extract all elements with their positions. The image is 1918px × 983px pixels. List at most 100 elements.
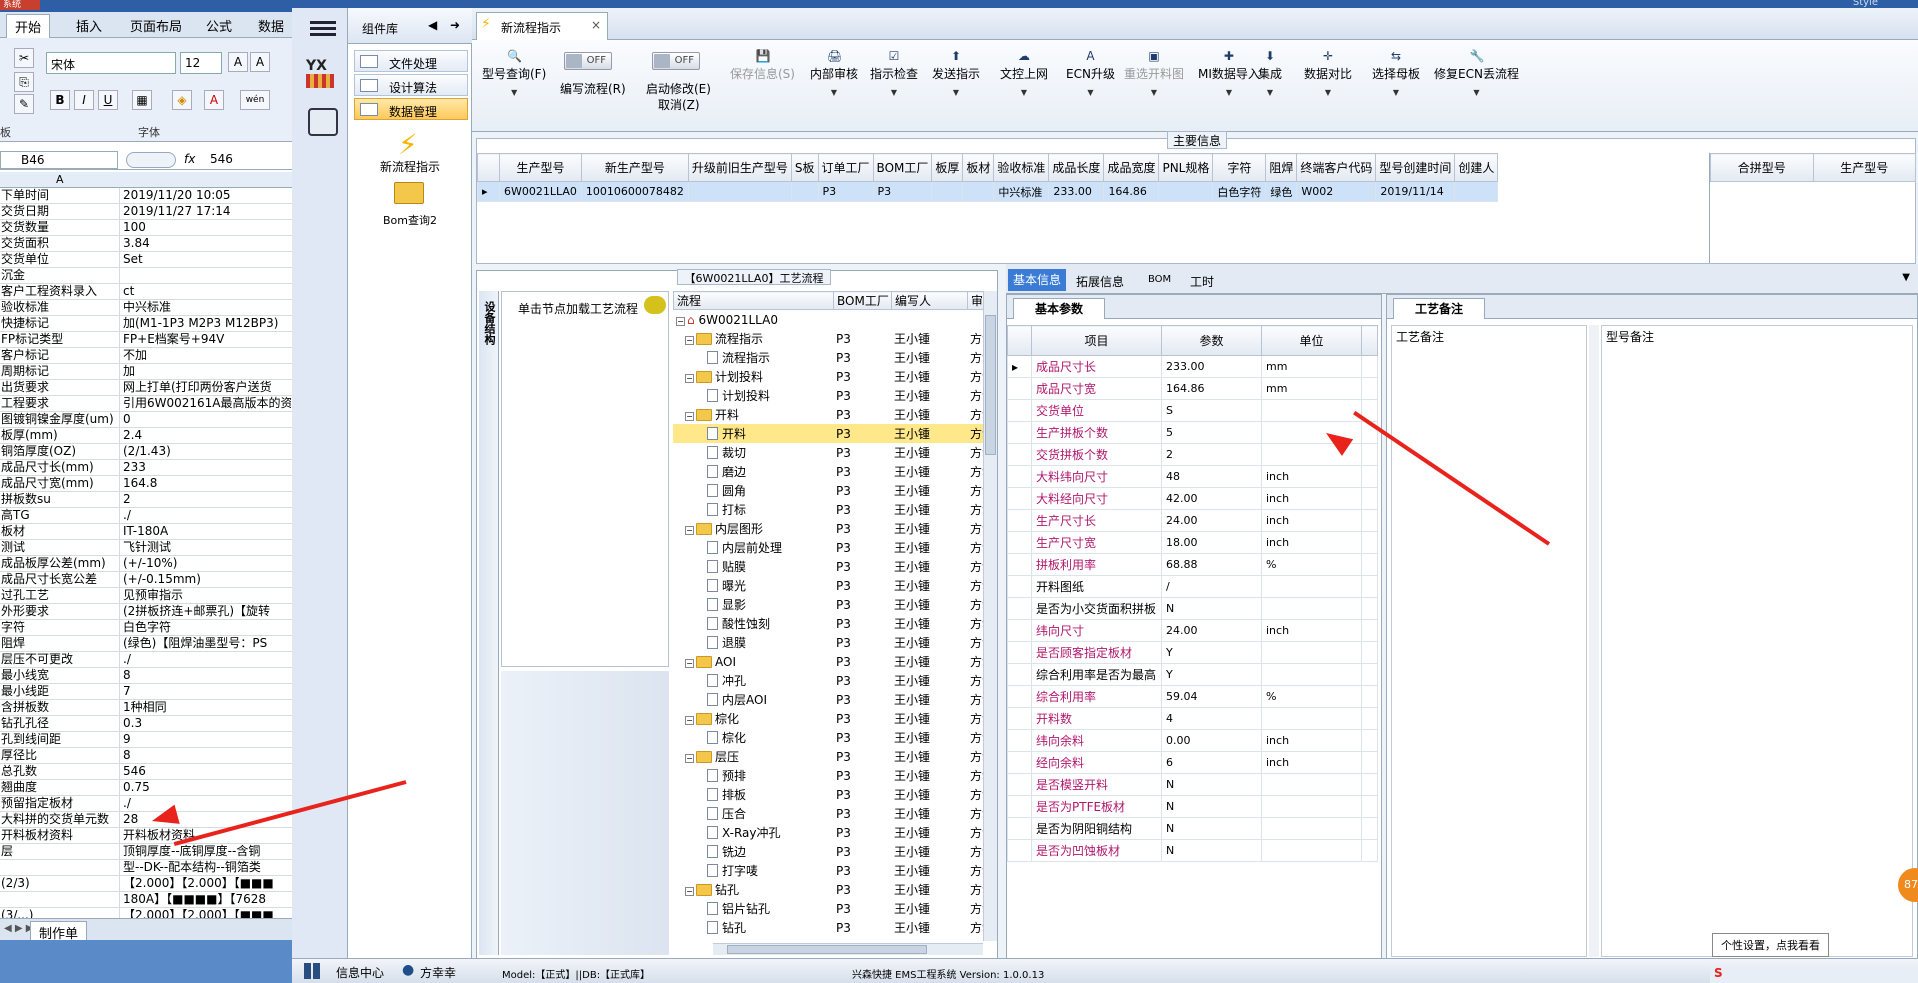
cell-b[interactable]: 180A】【■■■■】【7628 — [121, 892, 291, 907]
cell-b[interactable]: (2拼板挤连+邮票孔)【旋转 — [121, 604, 291, 619]
param-row[interactable]: 生产尺寸宽 18.00 inch — [1007, 531, 1378, 554]
cell-b[interactable]: 加 — [121, 364, 291, 379]
model-notes-box[interactable]: 型号备注 — [1601, 325, 1913, 957]
tree-node[interactable]: −层压P3王小锺方幸幸已审核 — [673, 747, 983, 766]
cell-a[interactable]: 测试 — [0, 540, 120, 555]
cell-b[interactable]: 顶铜厚度--底铜厚度--含铜 — [121, 844, 291, 859]
cell-b[interactable]: 2019/11/27 17:14 — [121, 204, 291, 219]
main-col-header[interactable]: BOM工厂 — [872, 153, 933, 182]
collapse-icon[interactable]: − — [685, 526, 694, 535]
table-row[interactable]: ▸ 6W0021LLA0 10010600078482 P3 P3 中兴标准 233.00 1… — [477, 181, 1499, 202]
cell-b[interactable]: 164.8 — [121, 476, 291, 491]
param-row[interactable]: 大料纬向尺寸 48 inch — [1007, 465, 1378, 488]
sheet-row[interactable]: 含拼板数 1种相同 — [0, 700, 292, 716]
main-cell[interactable]: 164.86 — [1103, 181, 1160, 202]
cell-a[interactable]: 钻孔孔径 — [0, 716, 120, 731]
scroll-thumb[interactable] — [985, 315, 996, 455]
tree-node[interactable]: −棕化P3王小锺方幸幸已审核 — [673, 709, 983, 728]
sheet-row[interactable]: 板材 IT-180A — [0, 524, 292, 540]
cell-b[interactable]: 【2.000】【2.000】【■■■ — [121, 876, 291, 891]
cell-a[interactable]: 拼板数su — [0, 492, 120, 507]
tree-node[interactable]: 预排P3王小锺方幸幸已审核 — [673, 766, 983, 785]
cell-b[interactable]: 加(M1-1P3 M2P3 M12BP3) — [121, 316, 291, 331]
param-value[interactable]: 164.86 — [1161, 377, 1262, 400]
param-row[interactable]: 综合利用率 59.04% — [1007, 685, 1378, 708]
sheet-row[interactable]: 翘曲度 0.75 — [0, 780, 292, 796]
sheet-row[interactable]: 交货日期 2019/11/27 17:14 — [0, 204, 292, 220]
tab-home[interactable]: 开始 — [6, 14, 51, 38]
main-col-header[interactable]: 字符 — [1212, 153, 1267, 182]
cell-a[interactable]: 交货日期 — [0, 204, 120, 219]
param-row[interactable]: 纬向余料 0.00 inch — [1007, 729, 1378, 752]
decrease-font-icon[interactable]: A — [250, 52, 270, 72]
collapse-icon[interactable]: − — [685, 412, 694, 421]
cell-b[interactable]: 0.3 — [121, 716, 291, 731]
main-cell[interactable] — [931, 181, 964, 202]
process-notes-box[interactable]: 工艺备注 — [1391, 325, 1587, 957]
tree-node[interactable]: −开料P3王小锺方幸幸已审核 — [673, 405, 983, 424]
collapse-icon[interactable]: − — [685, 336, 694, 345]
main-cell[interactable]: 2019/11/14 — [1375, 181, 1456, 202]
cell-b[interactable]: (2/1.43) — [121, 444, 291, 459]
tree-node[interactable]: 显影P3王小锺方幸幸已审核 — [673, 595, 983, 614]
param-row[interactable]: 是否顾客指定板材 Y — [1007, 641, 1378, 664]
cell-a[interactable]: 外形要求 — [0, 604, 120, 619]
sheet-row[interactable]: 层顶铜厚度--底铜厚度--含铜 — [0, 844, 292, 860]
main-col-header[interactable]: 成品长度 — [1048, 153, 1105, 182]
param-row[interactable]: 是否模竖开料 N — [1007, 773, 1378, 796]
tree-node[interactable]: −内层图形P3王小锺方幸幸已审核 — [673, 519, 983, 538]
cell-b[interactable]: ./ — [121, 796, 291, 811]
formula-search[interactable] — [126, 152, 176, 168]
param-value[interactable]: 0.00 — [1161, 729, 1262, 752]
tree-node[interactable]: 棕化P3王小锺方幸幸已审核 — [673, 728, 983, 747]
sheet-row[interactable]: 型--DK--配本结构--铜箔类 — [0, 860, 292, 876]
sheet-row[interactable]: 验收标准 中兴标准 — [0, 300, 292, 316]
italic-button[interactable]: I — [74, 90, 94, 110]
cell-a[interactable]: 板厚(mm) — [0, 428, 120, 443]
sheet-row[interactable]: 字符 白色字符 — [0, 620, 292, 636]
format-painter-icon[interactable]: ✎ — [14, 94, 34, 114]
tree-node[interactable]: 退膜P3王小锺方幸幸已审核 — [673, 633, 983, 652]
border-icon[interactable]: ▦ — [132, 90, 152, 110]
param-row[interactable]: 开料图纸 / — [1007, 575, 1378, 598]
cell-b[interactable]: 100 — [121, 220, 291, 235]
tree-node[interactable]: 铣边P3王小锺方幸幸已审核 — [673, 842, 983, 861]
tree-node[interactable]: 圆角P3王小锺方幸幸已审核 — [673, 481, 983, 500]
tab-page-layout[interactable]: 页面布局 — [130, 16, 182, 35]
cell-b[interactable]: 8 — [121, 668, 291, 683]
param-row[interactable]: ▸ 成品尺寸长 233.00 mm — [1007, 355, 1378, 378]
tree-node[interactable]: 打标P3王小锺方幸幸已审核 — [673, 500, 983, 519]
tree-node[interactable]: 内层AOIP3王小锺方幸幸已审核 — [673, 690, 983, 709]
main-cell[interactable] — [1454, 181, 1499, 202]
bold-button[interactable]: B — [50, 90, 70, 110]
start-modify-toggle[interactable]: OFF — [652, 52, 700, 70]
style-label[interactable]: Style — [1853, 0, 1878, 8]
cell-a[interactable]: 最小线距 — [0, 684, 120, 699]
underline-button[interactable]: U — [98, 90, 118, 110]
param-row[interactable]: 是否为PTFE板材 N — [1007, 795, 1378, 818]
cell-b[interactable]: IT-180A — [121, 524, 291, 539]
param-value[interactable]: Y — [1161, 641, 1262, 664]
cell-a[interactable]: 孔到线间距 — [0, 732, 120, 747]
param-row[interactable]: 是否为阴阳铜结构 N — [1007, 817, 1378, 840]
cell-a[interactable]: 交货面积 — [0, 236, 120, 251]
cell-b[interactable]: 2 — [121, 492, 291, 507]
param-row[interactable]: 纬向尺寸 24.00 inch — [1007, 619, 1378, 642]
cell-a[interactable]: 工程要求 — [0, 396, 120, 411]
tab-insert[interactable]: 插入 — [76, 16, 102, 35]
main-cell[interactable] — [790, 181, 819, 202]
vertical-tab[interactable]: 设备结构 — [479, 291, 499, 955]
cell-b[interactable] — [121, 268, 291, 283]
sheet-row[interactable]: 交货面积 3.84 — [0, 236, 292, 252]
cell-b[interactable]: 白色字符 — [121, 620, 291, 635]
click-hint[interactable]: 单击节点加载工艺流程 — [518, 300, 638, 317]
main-cell[interactable]: 10010600078482 — [580, 181, 689, 202]
sheet-row[interactable]: FP标记类型 FP+E档案号+94V — [0, 332, 292, 348]
sheet-row[interactable]: 180A】【■■■■】【7628 — [0, 892, 292, 908]
cell-b[interactable]: 2.4 — [121, 428, 291, 443]
tree-node[interactable]: 曝光P3王小锺方幸幸已审核 — [673, 576, 983, 595]
sheet-row[interactable]: 拼板数su 2 — [0, 492, 292, 508]
cell-a[interactable]: 最小线宽 — [0, 668, 120, 683]
tree-node[interactable]: −计划投料P3王小锺方幸幸已审核 — [673, 367, 983, 386]
param-row[interactable]: 交货拼板个数 2 — [1007, 443, 1378, 466]
